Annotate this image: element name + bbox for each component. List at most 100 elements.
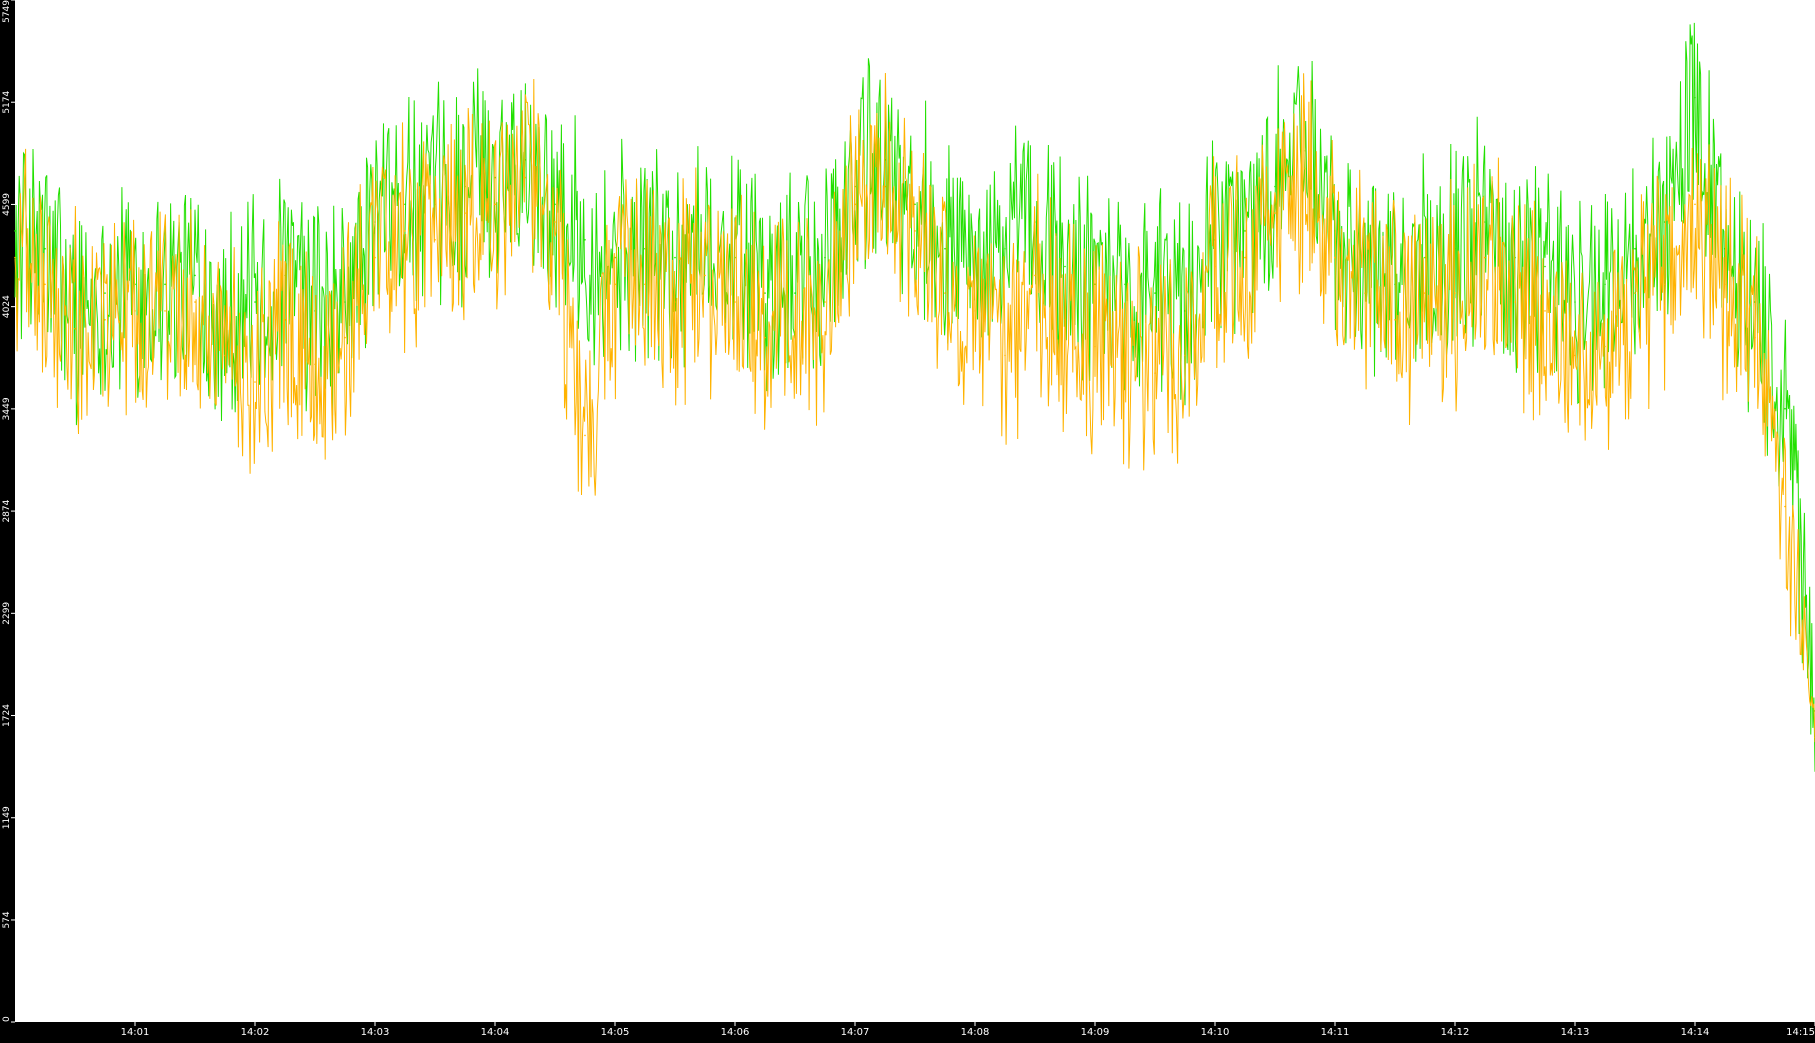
y-tick-label: 5174 xyxy=(2,90,12,113)
series-1-point xyxy=(1544,265,1546,268)
series-1-point xyxy=(674,256,676,259)
series-1-point xyxy=(764,292,766,294)
series-2-point xyxy=(1154,372,1156,374)
series-1-point xyxy=(1634,247,1636,250)
series-2-point xyxy=(1334,256,1336,259)
series-2-point xyxy=(1064,319,1066,321)
series-1-point xyxy=(1154,292,1156,294)
series-2-point xyxy=(1424,292,1426,294)
series-2-point xyxy=(1454,292,1456,294)
series-1-point xyxy=(14,230,16,232)
series-1-point xyxy=(554,203,556,206)
series-2-point xyxy=(14,256,16,259)
x-tick-label: 14:01 xyxy=(121,1027,150,1038)
series-1-point xyxy=(254,301,256,303)
series-1-point xyxy=(1574,301,1576,303)
y-tick-label: 5749 xyxy=(2,0,12,23)
series-2-point xyxy=(104,319,106,321)
series-2-point xyxy=(464,212,466,214)
series-2-point xyxy=(1514,301,1516,303)
y-tick-label: 2299 xyxy=(2,602,12,625)
x-tick-label: 14:14 xyxy=(1681,1027,1710,1038)
series-1-point xyxy=(1004,247,1006,250)
series-2-point xyxy=(884,185,886,188)
series-2-point xyxy=(854,203,856,206)
plot-area xyxy=(15,0,1815,1022)
x-tick-label: 14:11 xyxy=(1321,1027,1350,1038)
series-2-point xyxy=(1274,212,1276,214)
series-1-point xyxy=(1604,283,1606,286)
series-2-point xyxy=(1394,319,1396,321)
series-1-point xyxy=(194,274,196,277)
series-1-point xyxy=(1484,221,1486,223)
series-2-point xyxy=(1604,345,1606,348)
series-2-point xyxy=(164,310,166,312)
series-2-point xyxy=(344,336,346,339)
y-tick-label: 3449 xyxy=(2,397,12,420)
series-1-point xyxy=(1244,230,1246,232)
series-2-point xyxy=(674,301,676,303)
series-2-point xyxy=(914,230,916,232)
series-2-point xyxy=(794,336,796,339)
series-2-point xyxy=(1664,283,1666,286)
series-2-point xyxy=(434,239,436,241)
y-tick-label: 2874 xyxy=(2,499,12,522)
series-2-point xyxy=(704,274,706,277)
y-tick-label: 1724 xyxy=(2,704,12,727)
x-tick-label: 14:12 xyxy=(1441,1027,1470,1038)
x-tick-label: 14:05 xyxy=(601,1027,630,1038)
series-2-point xyxy=(494,203,496,206)
x-tick-label: 14:07 xyxy=(841,1027,870,1038)
x-tick-label: 14:15 xyxy=(1786,1027,1815,1038)
x-tick-label: 14:03 xyxy=(361,1027,390,1038)
series-1-point xyxy=(1064,265,1066,268)
series-1-point xyxy=(164,283,166,286)
series-1-point xyxy=(794,292,796,294)
series-2-point xyxy=(1214,265,1216,268)
y-tick-label: 1149 xyxy=(2,806,12,829)
x-tick-label: 14:09 xyxy=(1081,1027,1110,1038)
series-2-point xyxy=(374,256,376,259)
series-2-point xyxy=(614,283,616,286)
y-tick-label: 574 xyxy=(2,911,12,928)
y-tick-label: 0 xyxy=(2,1016,12,1022)
series-2-point xyxy=(1124,354,1126,357)
series-2-point xyxy=(1574,354,1576,357)
series-2-point xyxy=(944,292,946,294)
series-2-point xyxy=(224,354,226,357)
series-2-point xyxy=(974,310,976,312)
series-2-point xyxy=(74,327,76,330)
series-2-point xyxy=(404,230,406,232)
x-tick-label: 14:10 xyxy=(1201,1027,1230,1038)
series-1-point xyxy=(824,256,826,259)
x-tick-label: 14:06 xyxy=(721,1027,750,1038)
series-2-point xyxy=(194,301,196,303)
series-2-point xyxy=(284,319,286,321)
series-2-point xyxy=(554,221,556,223)
series-1-point xyxy=(344,301,346,303)
series-2-point xyxy=(1094,345,1096,348)
series-2-point xyxy=(734,301,736,303)
series-1-point xyxy=(1784,407,1786,410)
series-1-point xyxy=(404,203,406,206)
series-2-point xyxy=(584,434,586,437)
series-1-point xyxy=(1124,283,1126,286)
line-chart: 0 574 1149 1724 2299 2874 3449 4024 4599 5174 5749… xyxy=(0,0,1815,1039)
y-tick-label: 4599 xyxy=(2,193,12,216)
series-2-point xyxy=(1544,310,1546,312)
series-2-point xyxy=(1634,292,1636,294)
series-2-point xyxy=(1484,256,1486,259)
series-2-point xyxy=(524,176,526,179)
series-1-point xyxy=(1394,283,1396,286)
series-1-point xyxy=(104,292,106,294)
series-2-point xyxy=(314,363,316,366)
series-2-point xyxy=(1034,274,1036,277)
series-2-point xyxy=(134,310,136,312)
series-1-point xyxy=(44,247,46,250)
series-2-point xyxy=(254,381,256,383)
x-tick-label: 14:08 xyxy=(961,1027,990,1038)
series-1-point xyxy=(584,239,586,241)
series-1-point xyxy=(1274,185,1276,188)
series-2-point xyxy=(1364,292,1366,294)
series-1-point xyxy=(1694,96,1696,99)
